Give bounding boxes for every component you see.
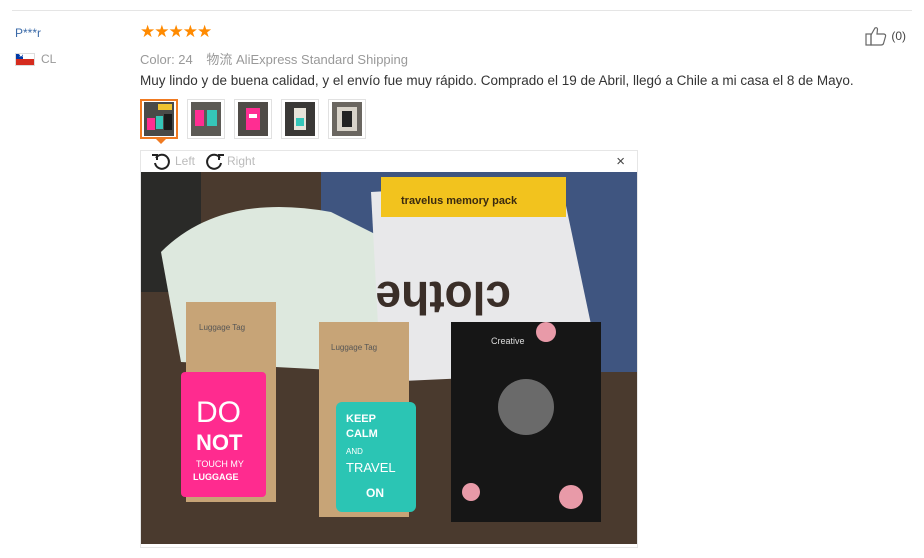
rotate-left-button[interactable]: Left: [151, 152, 195, 170]
teal-tag-line5: ON: [366, 486, 384, 500]
thumbnail-2[interactable]: [187, 99, 225, 139]
bag-text: clothe: [376, 272, 511, 324]
tag-card-teal-label: Luggage Tag: [331, 343, 377, 352]
helpful-count: (0): [891, 29, 906, 43]
review-text: Muy lindo y de buena calidad, y el envío…: [140, 73, 854, 88]
color-option: Color: 24: [140, 52, 193, 67]
rotate-right-button[interactable]: Right: [203, 152, 255, 170]
teal-tag-line4: TRAVEL: [346, 460, 396, 475]
thumbnail-image: [285, 102, 315, 136]
review-meta: Color: 24 物流 AliExpress Standard Shippin…: [140, 49, 408, 68]
thumbs-up-icon: [865, 27, 887, 46]
pink-tag-line4: LUGGAGE: [193, 472, 239, 482]
pink-tag-line2: NOT: [196, 430, 243, 455]
review-photo: travelus memory pack clothe Luggage Tag …: [141, 172, 637, 544]
rose: [559, 485, 583, 509]
thumbnail-3[interactable]: [234, 99, 272, 139]
rotate-left-icon: [152, 153, 170, 170]
thumbnail-image: [332, 102, 362, 136]
top-divider: [12, 10, 912, 11]
reviewer-country: ★ CL: [15, 52, 56, 66]
viewer-toolbar: Left Right ×: [141, 151, 637, 171]
pink-tag-line1: DO: [196, 396, 241, 429]
helpful-button[interactable]: (0): [865, 26, 906, 46]
teal-tag-line2: CALM: [346, 428, 378, 440]
rotate-right-label: Right: [227, 154, 256, 168]
country-code: CL: [41, 52, 57, 66]
passport-label: Creative: [491, 336, 525, 346]
thumbnail-image: [238, 102, 268, 136]
thumbnail-image: [144, 102, 174, 136]
reviewer-name[interactable]: P***r: [15, 26, 41, 40]
star-rating: ★★★★★: [140, 22, 212, 41]
pack-brand-text: travelus memory pack: [401, 195, 518, 207]
thumbnail-5[interactable]: [328, 99, 366, 139]
thumbnail-1[interactable]: [140, 99, 178, 144]
pink-tag-line3: TOUCH MY: [196, 459, 244, 469]
chile-flag-icon: ★: [15, 52, 35, 66]
thumbnail-image: [191, 102, 221, 136]
thumbnail-strip: [140, 99, 375, 144]
thumbnail-4[interactable]: [281, 99, 319, 139]
shipping-label: 物流: [206, 52, 233, 67]
photo-viewer: Left Right × travelus memory pack clothe…: [140, 150, 638, 548]
rose: [462, 483, 480, 501]
rose: [536, 322, 556, 342]
teal-tag-line1: KEEP: [346, 413, 376, 425]
tag-card-pink-label: Luggage Tag: [199, 323, 245, 332]
rotate-right-icon: [206, 153, 225, 170]
close-viewer-button[interactable]: ×: [616, 153, 625, 170]
rotate-left-label: Left: [175, 154, 196, 168]
shipping-method: AliExpress Standard Shipping: [236, 52, 409, 67]
skull: [498, 379, 554, 435]
teal-tag-line3: AND: [346, 447, 363, 456]
